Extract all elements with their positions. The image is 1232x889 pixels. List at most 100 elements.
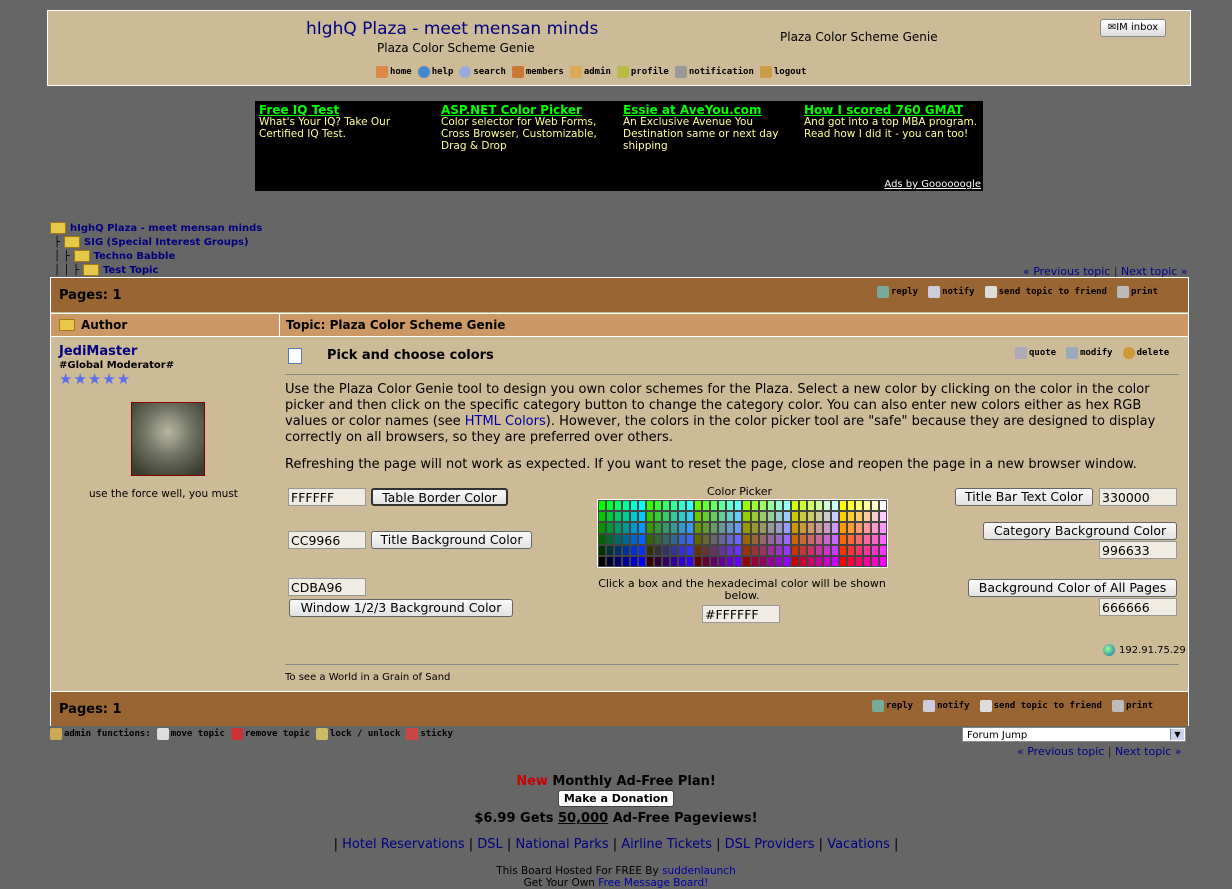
color-swatch[interactable] — [726, 555, 735, 567]
color-swatch[interactable] — [654, 544, 663, 556]
color-swatch[interactable] — [830, 500, 839, 512]
color-swatch[interactable] — [846, 511, 855, 523]
color-swatch[interactable] — [862, 544, 871, 556]
color-swatch[interactable] — [726, 511, 735, 523]
color-swatch[interactable] — [702, 555, 711, 567]
color-swatch[interactable] — [854, 544, 863, 556]
color-swatch[interactable] — [702, 500, 711, 512]
color-swatch[interactable] — [646, 533, 655, 545]
color-swatch[interactable] — [606, 522, 615, 534]
color-swatch[interactable] — [598, 500, 607, 512]
page-bg-button[interactable]: Background Color of All Pages — [968, 579, 1177, 597]
color-swatch[interactable] — [662, 522, 671, 534]
color-swatch[interactable] — [614, 500, 623, 512]
color-swatch[interactable] — [734, 533, 743, 545]
color-swatch[interactable] — [846, 555, 855, 567]
color-swatch[interactable] — [838, 511, 847, 523]
color-swatch[interactable] — [782, 544, 791, 556]
title-text-button[interactable]: Title Bar Text Color — [955, 488, 1093, 506]
reply-button[interactable]: reply — [877, 286, 918, 298]
color-swatch[interactable] — [814, 533, 823, 545]
table-border-button[interactable]: Table Border Color — [371, 488, 508, 506]
title-text-input[interactable]: 330000 — [1099, 488, 1177, 506]
color-swatch[interactable] — [670, 500, 679, 512]
color-swatch[interactable] — [790, 533, 799, 545]
print-button[interactable]: print — [1116, 286, 1158, 298]
color-swatch[interactable] — [870, 511, 879, 523]
color-swatch[interactable] — [646, 522, 655, 534]
nav-profile[interactable]: profile — [616, 66, 669, 78]
ad-item[interactable]: How I scored 760 GMAT And got into a top … — [804, 104, 979, 140]
color-swatch[interactable] — [622, 544, 631, 556]
color-swatch[interactable] — [742, 500, 751, 512]
color-swatch[interactable] — [878, 511, 887, 523]
color-swatch[interactable] — [870, 522, 879, 534]
color-swatch[interactable] — [830, 522, 839, 534]
color-swatch[interactable] — [694, 555, 703, 567]
color-swatch[interactable] — [638, 522, 647, 534]
color-swatch[interactable] — [774, 522, 783, 534]
modify-button[interactable]: modify — [1066, 347, 1113, 359]
color-swatch[interactable] — [854, 511, 863, 523]
window-bg-input[interactable]: CDBA96 — [288, 578, 366, 596]
color-swatch[interactable] — [758, 555, 767, 567]
color-swatch[interactable] — [790, 544, 799, 556]
title-bg-input[interactable]: CC9966 — [288, 531, 366, 549]
color-swatch[interactable] — [670, 533, 679, 545]
color-swatch[interactable] — [814, 522, 823, 534]
color-swatch[interactable] — [614, 555, 623, 567]
forum-jump-select[interactable]: Forum Jump ▼ — [962, 727, 1186, 742]
color-swatch[interactable] — [710, 555, 719, 567]
color-swatch[interactable] — [614, 533, 623, 545]
title-bg-button[interactable]: Title Background Color — [371, 531, 532, 549]
color-swatch[interactable] — [862, 522, 871, 534]
color-swatch[interactable] — [646, 555, 655, 567]
color-swatch[interactable] — [822, 522, 831, 534]
color-swatch[interactable] — [694, 544, 703, 556]
color-swatch[interactable] — [694, 511, 703, 523]
color-swatch[interactable] — [806, 544, 815, 556]
color-swatch[interactable] — [806, 533, 815, 545]
color-swatch[interactable] — [630, 533, 639, 545]
color-swatch[interactable] — [670, 522, 679, 534]
notify-button[interactable]: notify — [923, 700, 970, 712]
color-swatch[interactable] — [686, 544, 695, 556]
chevron-down-icon[interactable]: ▼ — [1170, 729, 1184, 740]
color-swatch[interactable] — [846, 533, 855, 545]
color-swatch[interactable] — [830, 555, 839, 567]
color-swatch[interactable] — [798, 500, 807, 512]
color-swatch[interactable] — [726, 522, 735, 534]
color-swatch[interactable] — [862, 533, 871, 545]
color-swatch[interactable] — [806, 522, 815, 534]
color-swatch[interactable] — [782, 511, 791, 523]
color-swatch[interactable] — [758, 511, 767, 523]
color-swatch[interactable] — [710, 533, 719, 545]
color-swatch[interactable] — [758, 500, 767, 512]
color-swatch[interactable] — [638, 511, 647, 523]
color-swatch[interactable] — [606, 533, 615, 545]
color-swatch[interactable] — [606, 555, 615, 567]
sponsor-link[interactable]: DSL Providers — [725, 837, 815, 852]
color-swatch[interactable] — [630, 522, 639, 534]
remove-topic-button[interactable]: remove topic — [230, 728, 310, 740]
color-swatch[interactable] — [822, 555, 831, 567]
color-swatch[interactable] — [798, 511, 807, 523]
color-swatch[interactable] — [646, 511, 655, 523]
color-swatch[interactable] — [654, 522, 663, 534]
color-swatch[interactable] — [662, 511, 671, 523]
color-swatch[interactable] — [662, 533, 671, 545]
sponsor-link[interactable]: Hotel Reservations — [342, 837, 464, 852]
color-swatch[interactable] — [750, 511, 759, 523]
color-swatch[interactable] — [734, 555, 743, 567]
color-swatch[interactable] — [710, 522, 719, 534]
reply-button[interactable]: reply — [872, 700, 913, 712]
color-swatch[interactable] — [718, 555, 727, 567]
color-swatch[interactable] — [694, 500, 703, 512]
color-swatch[interactable] — [790, 511, 799, 523]
color-swatch[interactable] — [838, 522, 847, 534]
sponsor-link[interactable]: Airline Tickets — [621, 837, 712, 852]
nav-help[interactable]: help — [417, 66, 453, 78]
color-swatch[interactable] — [662, 544, 671, 556]
breadcrumb-item[interactable]: ├ SIG (Special Interest Groups) — [54, 236, 249, 248]
ad-item[interactable]: Essie at AveYou.com An Exclusive Avenue Y… — [623, 104, 798, 152]
